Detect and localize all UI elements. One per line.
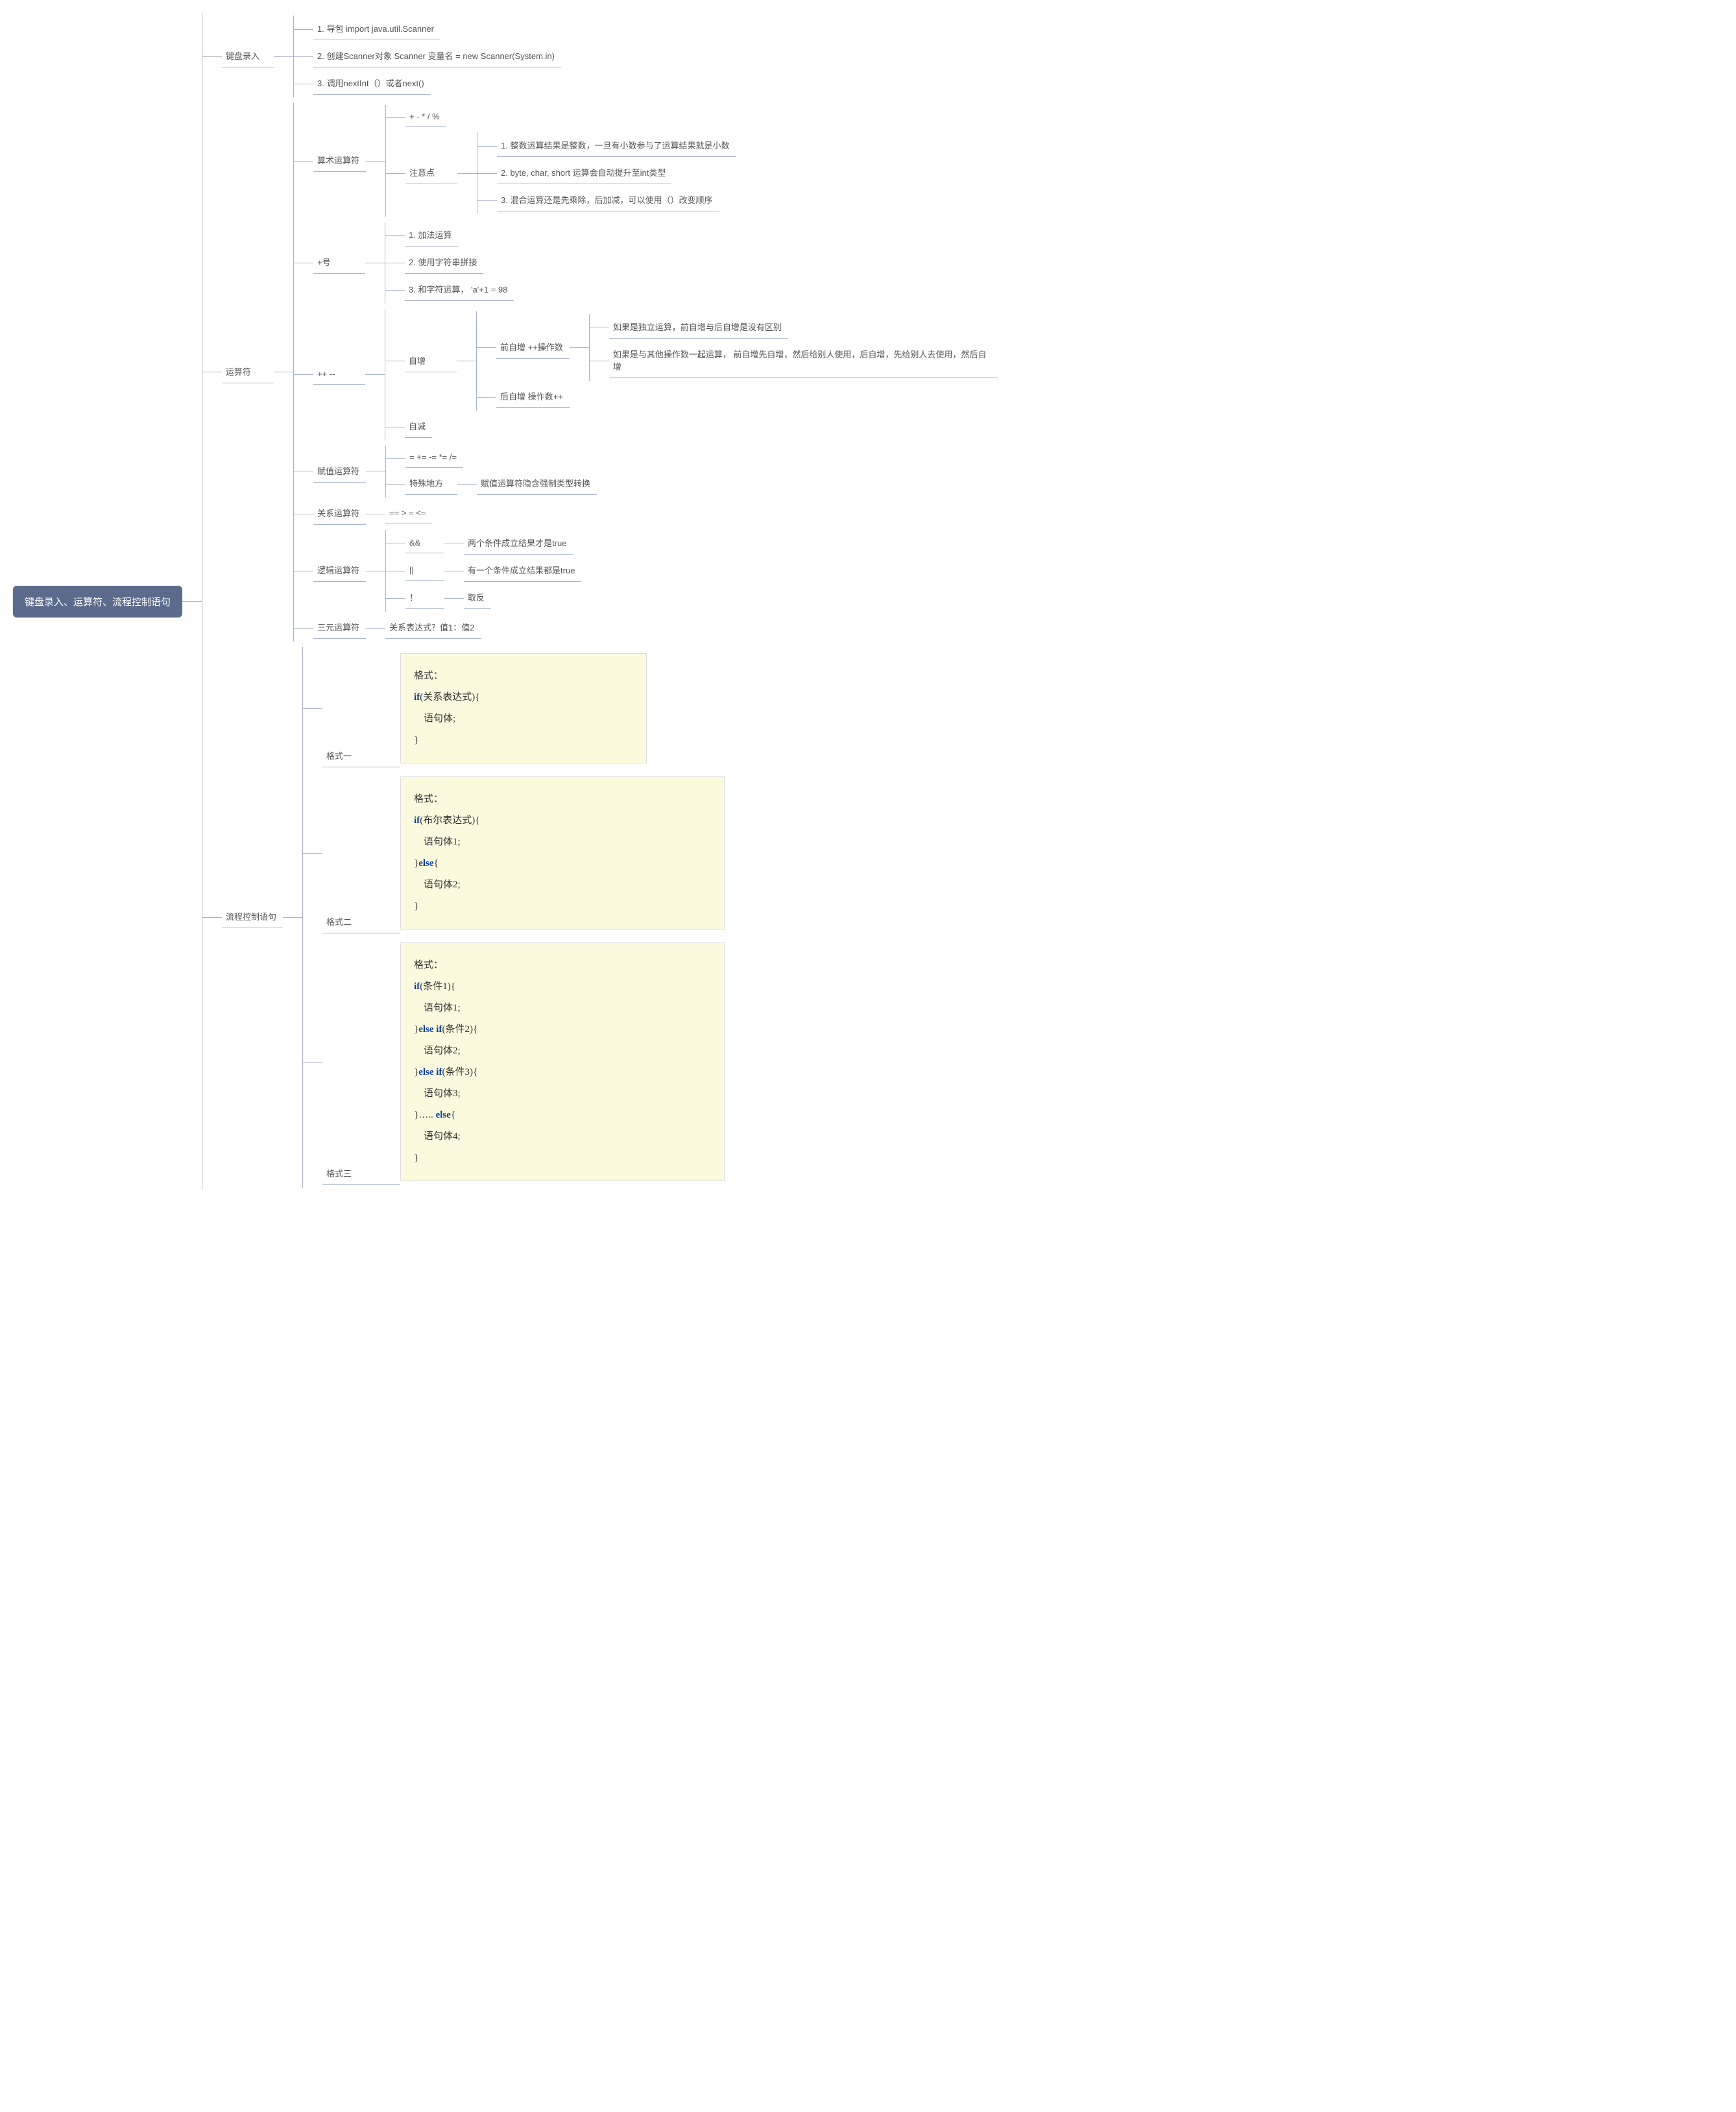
- node-relation[interactable]: 关系运算符: [313, 503, 366, 525]
- node-ternary[interactable]: 三元运算符: [313, 617, 366, 639]
- leaf: 3. 调用nextInt（）或者next(): [313, 73, 431, 95]
- leaf: 3. 混合运算还是先乘除，后加减，可以使用（）改变顺序: [497, 189, 719, 211]
- node-arithmetic-notes[interactable]: 注意点: [405, 162, 457, 184]
- leaf: 有一个条件成立结果都是true: [464, 560, 581, 582]
- leaf: 1. 加法运算: [405, 224, 458, 246]
- node-fmt1[interactable]: 格式一: [322, 745, 381, 767]
- leaf: + - * / %: [405, 108, 446, 127]
- node-flow[interactable]: 流程控制语句: [222, 906, 283, 928]
- leaf: 关系表达式？值1：值2: [385, 617, 481, 639]
- mindmap-root-container: 键盘录入、运算符、流程控制语句 键盘录入 1. 导包 import java.u…: [13, 13, 1723, 1190]
- node-fmt2[interactable]: 格式二: [322, 911, 381, 933]
- leaf: 1. 整数运算结果是整数，一旦有小数参与了运算结果就是小数: [497, 135, 736, 157]
- node-assign-special[interactable]: 特殊地方: [405, 473, 457, 495]
- node-pre-inc[interactable]: 前自增 ++操作数: [496, 337, 570, 359]
- node-not[interactable]: ！: [405, 587, 444, 609]
- leaf: == > = <=: [385, 504, 432, 523]
- leaf: 3. 和字符运算， 'a'+1 = 98: [405, 279, 514, 301]
- node-fmt3[interactable]: 格式三: [322, 1163, 381, 1185]
- node-operators[interactable]: 运算符: [222, 361, 274, 383]
- node-dec: 自减: [405, 416, 432, 438]
- node-plus[interactable]: +号: [313, 252, 365, 274]
- leaf: 如果是独立运算，前自增与后自增是没有区别: [609, 317, 788, 339]
- leaf: 2. byte, char, short 运算会自动提升至int类型: [497, 162, 672, 184]
- node-keyboard-input[interactable]: 键盘录入: [222, 45, 274, 67]
- node-assign[interactable]: 赋值运算符: [313, 461, 366, 483]
- code-block-if: 格式： if(关系表达式){ 语句体; }: [400, 653, 647, 763]
- leaf: 取反: [464, 587, 491, 609]
- node-arithmetic[interactable]: 算术运算符: [313, 150, 366, 172]
- leaf: 后自增 操作数++: [496, 386, 570, 408]
- node-logic[interactable]: 逻辑运算符: [313, 560, 366, 582]
- leaf: 两个条件成立结果才是true: [464, 533, 573, 555]
- leaf: 2. 使用字符串拼接: [405, 252, 483, 274]
- node-incdec[interactable]: ++ --: [313, 365, 365, 385]
- leaf: = += -= *= /=: [405, 448, 463, 468]
- node-and[interactable]: &&: [405, 534, 444, 553]
- leaf: 赋值运算符隐含强制类型转换: [477, 473, 597, 495]
- root-node[interactable]: 键盘录入、运算符、流程控制语句: [13, 586, 182, 618]
- code-block-if-else: 格式： if(布尔表达式){ 语句体1; }else{ 语句体2; }: [400, 776, 725, 930]
- leaf: 1. 导包 import java.util.Scanner: [313, 18, 440, 40]
- node-or[interactable]: ||: [405, 561, 444, 581]
- leaf: 如果是与其他操作数一起运算， 前自增先自增，然后给别人使用，后自增，先给别人去使…: [609, 344, 998, 378]
- code-block-if-elseif: 格式： if(条件1){ 语句体1; }else if(条件2){ 语句体2; …: [400, 942, 725, 1181]
- leaf: 2. 创建Scanner对象 Scanner 变量名 = new Scanner…: [313, 45, 561, 67]
- node-inc[interactable]: 自增: [405, 350, 457, 372]
